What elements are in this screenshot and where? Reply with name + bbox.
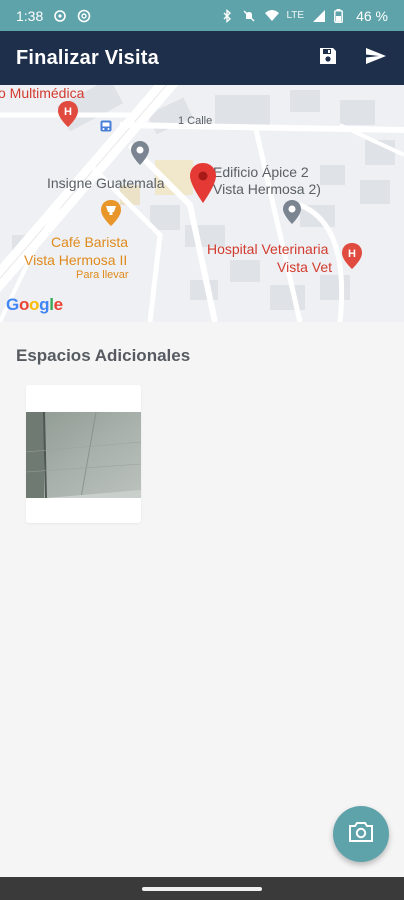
camera-icon bbox=[347, 821, 375, 848]
cafe-poi-icon[interactable] bbox=[101, 200, 121, 231]
section-title: Espacios Adicionales bbox=[16, 346, 191, 365]
map-label-calle: 1 Calle bbox=[178, 115, 213, 127]
map-label-para-llevar: Para llevar bbox=[76, 269, 129, 281]
send-icon bbox=[365, 46, 387, 71]
bluetooth-icon bbox=[220, 8, 234, 23]
at-icon bbox=[77, 9, 91, 23]
home-handle[interactable] bbox=[142, 886, 262, 891]
place-poi-icon-2[interactable] bbox=[283, 200, 301, 229]
status-time: 1:38 bbox=[16, 7, 44, 24]
wifi-icon bbox=[264, 9, 280, 23]
photo-thumbnail[interactable] bbox=[26, 412, 141, 498]
camera-button[interactable] bbox=[333, 806, 389, 862]
svg-text:H: H bbox=[64, 106, 72, 118]
map-view[interactable]: o Multimédica H 1 Calle Insigne Guatemal… bbox=[0, 85, 404, 322]
bus-stop-icon[interactable] bbox=[100, 119, 112, 137]
save-button[interactable] bbox=[316, 46, 340, 70]
location-pin-icon[interactable] bbox=[190, 163, 216, 208]
place-poi-icon[interactable] bbox=[131, 141, 149, 170]
app-bar: Finalizar Visita bbox=[0, 31, 404, 85]
lte-indicator: LTE bbox=[286, 10, 305, 21]
send-button[interactable] bbox=[364, 46, 388, 70]
svg-text:H: H bbox=[348, 248, 356, 260]
map-label-edificio-2: Vista Hermosa 2) bbox=[213, 181, 321, 197]
navigation-bar bbox=[0, 877, 404, 900]
map-label-hospital-1: Hospital Veterinaria bbox=[207, 241, 329, 257]
battery-percent: 46 % bbox=[356, 7, 388, 24]
map-label-hospital-2: Vista Vet bbox=[277, 259, 333, 275]
map-label-cafe-2: Vista Hermosa II bbox=[24, 252, 128, 268]
save-icon bbox=[318, 46, 338, 71]
map-label-edificio-1: Edificio Ápice 2 bbox=[213, 164, 309, 180]
map-label-cafe-1: Café Barista bbox=[51, 234, 129, 250]
status-bar: 1:38 LTE 46 % bbox=[0, 0, 404, 31]
hospital-poi-icon[interactable]: H bbox=[58, 101, 78, 132]
map-label-insigne: Insigne Guatemala bbox=[47, 175, 165, 191]
photo-card[interactable] bbox=[26, 385, 141, 523]
map-label-multimedica: o Multimédica bbox=[0, 85, 85, 101]
page-title: Finalizar Visita bbox=[16, 46, 159, 69]
mute-icon bbox=[242, 9, 256, 23]
signal-icon bbox=[312, 9, 326, 23]
battery-icon bbox=[334, 8, 348, 23]
data-saver-icon bbox=[53, 9, 67, 23]
google-logo: Google bbox=[6, 295, 63, 314]
vet-hospital-poi-icon[interactable]: H bbox=[342, 243, 362, 274]
